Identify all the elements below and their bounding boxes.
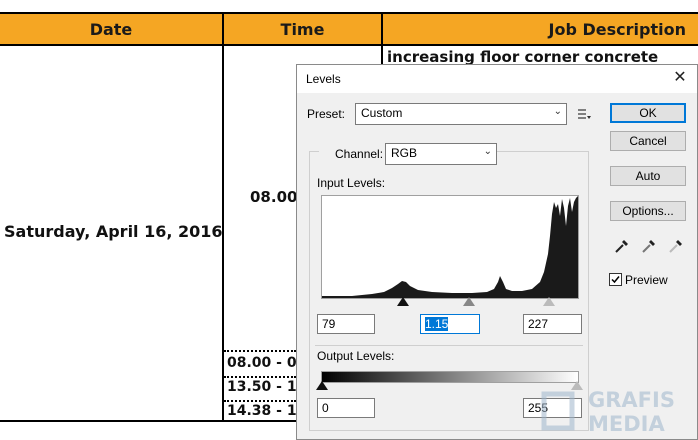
watermark: GRAFIS MEDIA [540,386,698,440]
dialog-titlebar: Levels ✕ [297,65,697,93]
chevron-down-icon: ⌄ [483,146,492,157]
input-white-field[interactable]: 227 [523,314,582,334]
output-black-field[interactable]: 0 [317,398,375,418]
output-black-slider[interactable] [316,381,328,390]
time-rows-box: 08.00 - 0 13.50 - 1 14.38 - 1 [224,350,297,422]
preset-select[interactable]: Custom ⌄ [355,103,567,125]
divider [315,345,583,346]
input-white-slider[interactable] [543,297,555,306]
table-header-border [0,44,698,46]
cancel-button[interactable]: Cancel [610,131,686,151]
input-levels-label: Input Levels: [317,176,386,190]
header-time: Time [224,14,381,44]
input-gamma-value: 1.15 [425,317,449,331]
chevron-down-icon: ⌄ [553,106,562,117]
output-levels-label: Output Levels: [317,349,395,363]
levels-dialog: Levels ✕ Preset: Custom ⌄ OK Cancel Auto… [296,64,698,440]
histogram-graph [322,196,578,298]
time-row: 13.50 - 1 [227,379,297,395]
histogram [321,195,579,299]
time-row-divider [224,400,296,402]
time-row-divider [224,376,296,378]
black-eyedropper-icon[interactable] [613,237,631,255]
preset-value: Custom [361,106,403,120]
input-gamma-field[interactable]: 1.15 [420,314,480,334]
header-date: Date [0,14,222,44]
date-cell: Saturday, April 16, 2016 [4,222,223,241]
white-eyedropper-icon[interactable] [667,237,685,255]
output-gradient [321,371,579,383]
ok-button[interactable]: OK [610,103,686,123]
channel-value: RGB [391,146,418,160]
time-cell: 08.00 [250,188,298,206]
header-job-description: Job Description [383,14,698,44]
auto-button[interactable]: Auto [610,166,686,186]
preview-label: Preview [625,273,668,287]
checkbox-check-icon [611,276,620,284]
preview-checkbox[interactable] [609,273,622,286]
preset-menu-icon[interactable] [577,107,591,121]
input-gamma-slider[interactable] [463,297,475,306]
preset-label: Preset: [307,107,346,121]
channel-select[interactable]: RGB ⌄ [385,143,497,165]
time-row: 08.00 - 0 [227,355,297,371]
watermark-line1: GRAFIS [588,388,675,412]
watermark-logo-icon [541,391,575,431]
time-row: 14.38 - 1 [227,403,297,419]
gray-eyedropper-icon[interactable] [640,237,658,255]
watermark-line2: MEDIA [588,412,665,436]
input-black-slider[interactable] [397,297,409,306]
options-button[interactable]: Options... [610,201,686,221]
dialog-title: Levels [306,72,341,86]
input-black-field[interactable]: 79 [317,314,375,334]
close-icon[interactable]: ✕ [669,67,691,89]
